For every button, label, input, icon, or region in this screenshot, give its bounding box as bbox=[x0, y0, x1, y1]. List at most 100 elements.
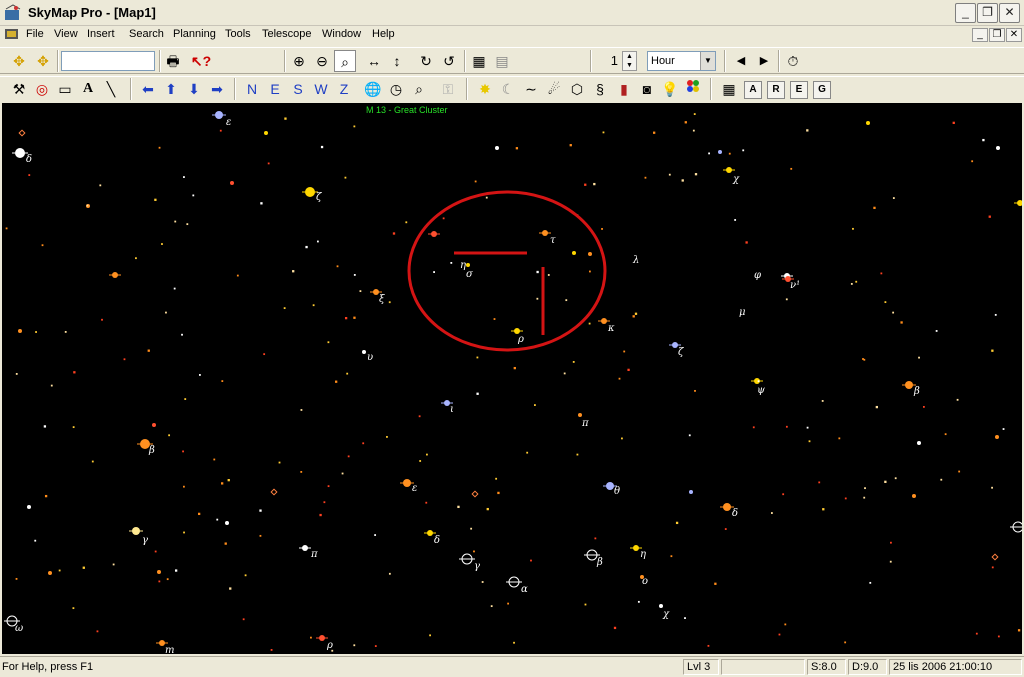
zoom-area-icon[interactable]: ⌕ bbox=[334, 50, 356, 72]
milky-way-icon[interactable]: ∼ bbox=[520, 78, 542, 100]
direction-west-button[interactable]: W bbox=[310, 78, 332, 100]
faint-star bbox=[821, 400, 824, 402]
menu-view[interactable]: View bbox=[54, 28, 78, 40]
faint-star bbox=[572, 361, 575, 363]
menu-file[interactable]: File bbox=[26, 28, 44, 40]
zoom-out-icon[interactable]: ⊖ bbox=[311, 50, 333, 72]
mdi-close-button[interactable]: ✕ bbox=[1006, 28, 1022, 42]
grid-icon[interactable]: ▦ bbox=[718, 78, 740, 100]
star bbox=[157, 570, 161, 574]
rotate-counterclockwise-icon[interactable]: ↺ bbox=[438, 50, 460, 72]
arrow-up-icon[interactable]: ⬆ bbox=[160, 78, 182, 100]
center-cursor-icon[interactable]: ✥ bbox=[32, 50, 54, 72]
menu-telescope[interactable]: Telescope bbox=[262, 28, 312, 40]
constellation-icon[interactable]: ▮ bbox=[613, 78, 635, 100]
menu-search[interactable]: Search bbox=[129, 28, 164, 40]
direction-east-button[interactable]: E bbox=[264, 78, 286, 100]
star-label: α bbox=[521, 584, 528, 595]
step-back-icon[interactable]: ◀ bbox=[730, 50, 752, 72]
time-step-value[interactable]: 1 bbox=[598, 53, 618, 68]
faint-star bbox=[536, 297, 539, 300]
stopwatch-icon[interactable]: ⏱ bbox=[782, 50, 804, 72]
star bbox=[1017, 200, 1022, 206]
star-label: λ bbox=[632, 255, 639, 266]
star bbox=[132, 527, 140, 535]
faint-star bbox=[569, 144, 572, 147]
direction-zenith-button[interactable]: Z bbox=[333, 78, 355, 100]
star-label: ψ bbox=[757, 385, 765, 396]
lightbulb-icon[interactable]: 💡 bbox=[659, 78, 681, 100]
fit-height-icon[interactable]: ↕ bbox=[386, 50, 408, 72]
target-icon[interactable]: ◎ bbox=[31, 78, 53, 100]
faint-star bbox=[86, 204, 89, 207]
sky-map-canvas[interactable]: ε δ ζ χ τ η σ λ φ ν¹ ξ μ κ ρ υ ζ ψ β ι π β ε θ δ γ δ γ π β η ο α χ ω ρ m M … bbox=[2, 103, 1022, 654]
asteroid-icon[interactable]: ⬡ bbox=[566, 78, 588, 100]
star-label: γ bbox=[474, 561, 480, 572]
star-label: μ bbox=[739, 307, 746, 318]
separator bbox=[130, 78, 132, 100]
faint-star bbox=[34, 539, 37, 542]
star-label: δ bbox=[732, 508, 738, 519]
arrow-left-icon[interactable]: ⬅ bbox=[137, 78, 159, 100]
search-input[interactable] bbox=[61, 51, 155, 71]
faint-star bbox=[327, 485, 330, 488]
line-icon[interactable]: ╲ bbox=[100, 78, 122, 100]
chart-grid-icon[interactable]: ▦ bbox=[468, 50, 490, 72]
grid-g-button[interactable]: G bbox=[813, 81, 831, 99]
star-field: εδζχτησλφν¹ξμκρυ ζψ βιπβε θδγ δγπβηοαχωρm bbox=[4, 111, 1022, 654]
print-icon[interactable]: 🖶 bbox=[162, 50, 184, 72]
menu-planning[interactable]: Planning bbox=[173, 28, 216, 40]
telescope-icon[interactable]: ⚒ bbox=[8, 78, 30, 100]
time-step-stepper[interactable]: ▲ ▼ bbox=[622, 51, 637, 71]
zoom-in-icon[interactable]: ⊕ bbox=[288, 50, 310, 72]
camera-icon[interactable]: ◙ bbox=[636, 78, 658, 100]
step-forward-icon[interactable]: ▶ bbox=[753, 50, 775, 72]
close-button[interactable]: ✕ bbox=[999, 3, 1020, 23]
menu-help[interactable]: Help bbox=[372, 28, 395, 40]
context-help-icon[interactable]: ↖? bbox=[190, 50, 212, 72]
faint-star bbox=[940, 478, 943, 481]
horizon-icon[interactable]: ▤ bbox=[491, 50, 513, 72]
grid-r-button[interactable]: R bbox=[767, 81, 785, 99]
faint-star bbox=[426, 453, 428, 456]
direction-north-button[interactable]: N bbox=[241, 78, 263, 100]
arrow-right-icon[interactable]: ➡ bbox=[206, 78, 228, 100]
stars-icon[interactable]: ✸ bbox=[474, 78, 496, 100]
rectangle-icon[interactable]: ▭ bbox=[54, 78, 76, 100]
moon-icon[interactable]: ☾ bbox=[497, 78, 519, 100]
menu-window[interactable]: Window bbox=[322, 28, 361, 40]
center-object-icon[interactable]: ✥ bbox=[8, 50, 30, 72]
key-icon[interactable]: ⚿ bbox=[437, 78, 459, 100]
clock-icon[interactable]: ◷ bbox=[385, 78, 407, 100]
comet-icon[interactable]: ☄ bbox=[543, 78, 565, 100]
rotate-clockwise-icon[interactable]: ↻ bbox=[415, 50, 437, 72]
grid-e-button[interactable]: E bbox=[790, 81, 808, 99]
fit-width-icon[interactable]: ↔ bbox=[363, 50, 385, 72]
deep-sky-symbol bbox=[991, 553, 999, 561]
arrow-down-icon[interactable]: ⬇ bbox=[183, 78, 205, 100]
separator bbox=[724, 50, 726, 72]
star-label: χ bbox=[732, 174, 740, 185]
faint-star bbox=[618, 377, 621, 380]
color-palette-icon[interactable] bbox=[682, 78, 704, 100]
direction-south-button[interactable]: S bbox=[287, 78, 309, 100]
star-label: m bbox=[165, 645, 174, 654]
menu-tools[interactable]: Tools bbox=[225, 28, 251, 40]
galaxy-icon[interactable]: § bbox=[589, 78, 611, 100]
document-icon[interactable] bbox=[4, 27, 20, 41]
mdi-restore-button[interactable]: ❐ bbox=[989, 28, 1005, 42]
menu-insert[interactable]: Insert bbox=[87, 28, 115, 40]
find-icon[interactable]: ⌕ bbox=[408, 78, 430, 100]
chevron-down-icon[interactable]: ▼ bbox=[700, 52, 715, 70]
text-icon[interactable]: A bbox=[77, 78, 99, 100]
time-unit-select[interactable]: Hour ▼ bbox=[647, 51, 716, 71]
grid-a-button[interactable]: A bbox=[744, 81, 762, 99]
faint-star bbox=[534, 404, 536, 406]
star-label: χ bbox=[662, 609, 670, 620]
faint-star bbox=[213, 458, 216, 461]
mdi-minimize-button[interactable]: _ bbox=[972, 28, 988, 42]
globe-icon[interactable]: 🌐 bbox=[362, 78, 384, 100]
minimize-button[interactable]: _ bbox=[955, 3, 976, 23]
faint-star bbox=[263, 353, 266, 356]
maximize-button[interactable]: ❐ bbox=[977, 3, 998, 23]
